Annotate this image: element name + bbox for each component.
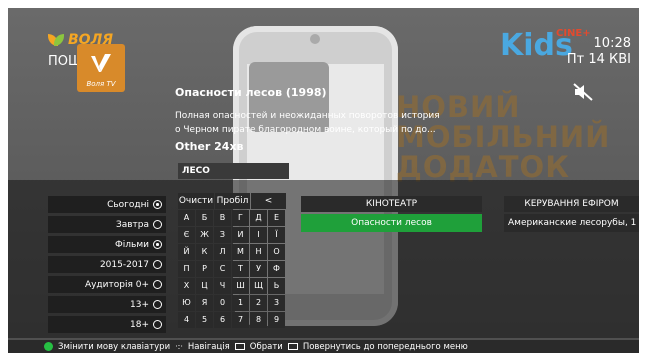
voly-icon bbox=[91, 54, 111, 72]
radio-icon bbox=[153, 280, 162, 289]
keyboard-key[interactable]: Ю bbox=[178, 295, 195, 311]
keyboard-key[interactable]: И bbox=[232, 227, 249, 243]
keyboard-key[interactable]: 4 bbox=[178, 312, 195, 328]
keyboard-key[interactable]: Ї bbox=[268, 227, 285, 243]
keyboard-key[interactable]: М bbox=[232, 244, 249, 260]
keyboard-key[interactable]: Я bbox=[196, 295, 213, 311]
search-input[interactable]: ЛЕСО bbox=[178, 163, 289, 179]
keyboard-key[interactable]: Л bbox=[214, 244, 231, 260]
radio-icon bbox=[153, 220, 162, 229]
broadcast-result-item[interactable]: Американские лесорубы, 1 с bbox=[504, 214, 639, 232]
program-info: Опасности лесов (1998) Полная опасностей… bbox=[175, 86, 475, 153]
keyboard-key[interactable]: В bbox=[214, 210, 231, 226]
channel-logo: Kids CINE+ bbox=[500, 28, 591, 63]
footer-hints: Змінити мову клавіатури ·:· Навігація Об… bbox=[8, 340, 639, 353]
filter-list: Сьогодні Завтра Фільми 2015-2017 Аудитор… bbox=[48, 196, 166, 336]
keyboard-key[interactable]: 1 bbox=[232, 295, 249, 311]
keyboard-key[interactable]: Щ bbox=[250, 278, 267, 294]
keyboard-key[interactable]: З bbox=[214, 227, 231, 243]
cinema-header: КІНОТЕАТР bbox=[301, 196, 482, 212]
keyboard-key[interactable]: Р bbox=[196, 261, 213, 277]
tv-screen: НОВИЙ МОБІЛЬНИЙ ДОДАТОК ВОЛЯ ПОШУК Воля … bbox=[8, 8, 639, 353]
key-grid: АБВГДЕ ЄЖЗИІЇ ЙКЛМНО ПРСТУФ ХЦЧШЩЬ ЮЯ0123 4567… bbox=[178, 210, 286, 328]
keyboard-key[interactable]: 6 bbox=[214, 312, 231, 328]
navigation-icon: ·:· bbox=[175, 342, 183, 351]
keyboard-key[interactable]: 2 bbox=[250, 295, 267, 311]
keyboard-key[interactable]: Ч bbox=[214, 278, 231, 294]
radio-icon bbox=[153, 320, 162, 329]
filter-18plus[interactable]: 18+ bbox=[48, 316, 166, 333]
green-button-icon bbox=[44, 342, 53, 351]
date: Пт 14 КВІ bbox=[566, 52, 631, 67]
program-title: Опасности лесов (1998) bbox=[175, 86, 327, 99]
radio-icon bbox=[153, 260, 162, 269]
broadcast-header: КЕРУВАННЯ ЕФІРОМ bbox=[504, 196, 639, 212]
onscreen-keyboard: Очисти Пробіл < АБВГДЕ ЄЖЗИІЇ ЙКЛМНО ПРСТУФ… bbox=[178, 193, 286, 328]
keyboard-key[interactable]: Й bbox=[178, 244, 195, 260]
cinema-result-item[interactable]: Опасности лесов bbox=[301, 214, 482, 232]
keyboard-key[interactable]: С bbox=[214, 261, 231, 277]
keyboard-key[interactable]: Д bbox=[250, 210, 267, 226]
radio-icon bbox=[153, 240, 162, 249]
clear-key[interactable]: Очисти bbox=[178, 193, 214, 209]
keyboard-key[interactable]: У bbox=[250, 261, 267, 277]
filter-movies[interactable]: Фільми bbox=[48, 236, 166, 253]
filter-13plus[interactable]: 13+ bbox=[48, 296, 166, 313]
program-meta: Other 24хв bbox=[175, 140, 244, 153]
keyboard-key[interactable]: 7 bbox=[232, 312, 249, 328]
keyboard-key[interactable]: П bbox=[178, 261, 195, 277]
keyboard-key[interactable]: О bbox=[268, 244, 285, 260]
keyboard-key[interactable]: Є bbox=[178, 227, 195, 243]
keyboard-key[interactable]: 3 bbox=[268, 295, 285, 311]
backspace-key[interactable]: < bbox=[251, 193, 286, 209]
keyboard-key[interactable]: А bbox=[178, 210, 195, 226]
keyboard-key[interactable]: 5 bbox=[196, 312, 213, 328]
keyboard-key[interactable]: Г bbox=[232, 210, 249, 226]
keyboard-key[interactable]: І bbox=[250, 227, 267, 243]
app-icon: Воля TV bbox=[77, 44, 125, 92]
ok-key-icon bbox=[234, 343, 245, 350]
keyboard-key[interactable]: Ш bbox=[232, 278, 249, 294]
time: 10:28 bbox=[593, 36, 631, 51]
keyboard-key[interactable]: Х bbox=[178, 278, 195, 294]
keyboard-key[interactable]: Н bbox=[250, 244, 267, 260]
keyboard-key[interactable]: Ц bbox=[196, 278, 213, 294]
keyboard-key[interactable]: К bbox=[196, 244, 213, 260]
back-key-icon bbox=[287, 343, 298, 350]
clock: 10:28 Пт 14 КВІ bbox=[567, 36, 631, 68]
filter-tomorrow[interactable]: Завтра bbox=[48, 216, 166, 233]
radio-icon bbox=[153, 200, 162, 209]
keyboard-key[interactable]: Ь bbox=[268, 278, 285, 294]
keyboard-key[interactable]: 9 bbox=[268, 312, 285, 328]
filter-audience-0[interactable]: Аудиторія 0+ bbox=[48, 276, 166, 293]
keyboard-key[interactable]: Т bbox=[232, 261, 249, 277]
leaf-icon bbox=[48, 32, 64, 48]
filter-today[interactable]: Сьогодні bbox=[48, 196, 166, 213]
filter-years[interactable]: 2015-2017 bbox=[48, 256, 166, 273]
radio-icon bbox=[153, 300, 162, 309]
keyboard-key[interactable]: 8 bbox=[250, 312, 267, 328]
program-description: Полная опасностей и неожиданных поворото… bbox=[175, 111, 440, 135]
keyboard-key[interactable]: 0 bbox=[214, 295, 231, 311]
keyboard-key[interactable]: Ф bbox=[268, 261, 285, 277]
keyboard-key[interactable]: Б bbox=[196, 210, 213, 226]
space-key[interactable]: Пробіл bbox=[215, 193, 250, 209]
mute-icon bbox=[573, 83, 593, 101]
keyboard-key[interactable]: Е bbox=[268, 210, 285, 226]
keyboard-key[interactable]: Ж bbox=[196, 227, 213, 243]
